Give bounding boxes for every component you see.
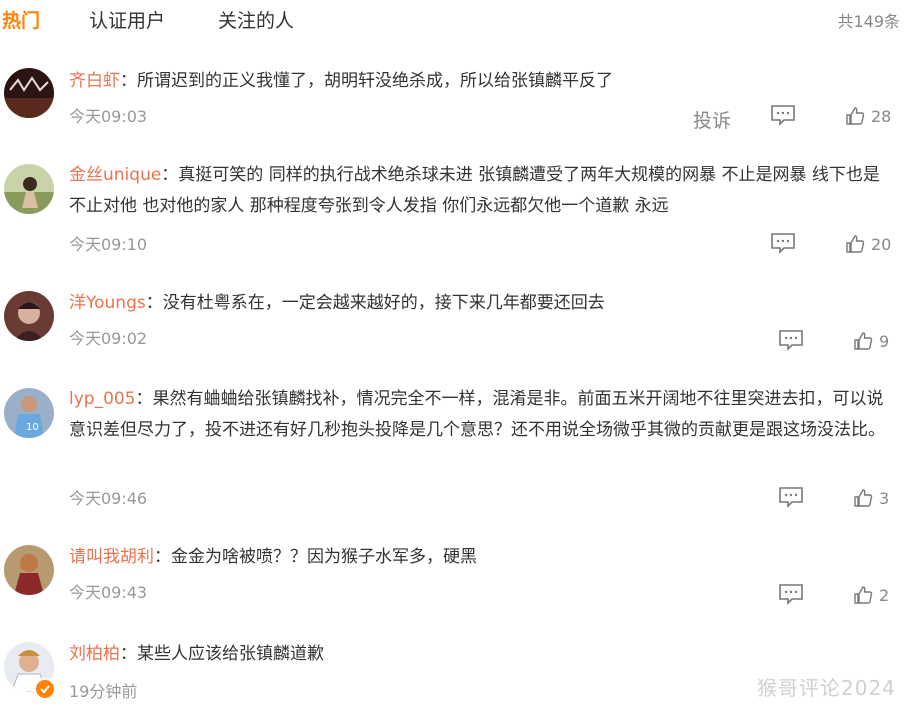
like-button[interactable]: 3 bbox=[853, 486, 889, 510]
tab-hot[interactable]: 热门 bbox=[2, 6, 40, 33]
comment-text: 果然有蛐蛐给张镇麟找补，情况完全不一样，混淆是非。前面五米开阔地不往里突进去扣，… bbox=[69, 389, 885, 440]
comment-text: 真挺可笑的 同样的执行战术绝杀球未进 张镇麟遭受了两年大规模的网暴 不止是网暴 … bbox=[69, 165, 880, 216]
comment-time: 今天09:46 bbox=[69, 489, 148, 508]
comment-text: 所谓迟到的正义我懂了，胡明轩没绝杀成，所以给张镇麟平反了 bbox=[137, 71, 613, 91]
username-link[interactable]: lyp_005 bbox=[69, 389, 136, 409]
username-link[interactable]: 刘柏柏 bbox=[69, 644, 120, 664]
comment-text: 没有杜粤系在，一定会越来越好的，接下来几年都要还回去 bbox=[162, 293, 605, 313]
tab-following[interactable]: 关注的人 bbox=[218, 6, 294, 33]
comment-body: 洋Youngs：没有杜粤系在，一定会越来越好的，接下来几年都要还回去 bbox=[69, 293, 605, 313]
like-button[interactable]: 2 bbox=[853, 583, 889, 607]
svg-text:10: 10 bbox=[26, 422, 39, 433]
like-count: 20 bbox=[871, 234, 892, 254]
comment-body: 金丝unique：真挺可笑的 同样的执行战术绝杀球未进 张镇麟遭受了两年大规模的… bbox=[69, 165, 880, 216]
like-button[interactable]: 28 bbox=[845, 104, 891, 128]
username-link[interactable]: 洋Youngs bbox=[69, 293, 146, 313]
comment-text: 某些人应该给张镇麟道歉 bbox=[137, 644, 324, 664]
username-link[interactable]: 请叫我胡利 bbox=[69, 547, 154, 567]
avatar[interactable] bbox=[4, 545, 54, 595]
like-count: 2 bbox=[879, 585, 890, 605]
comment-reply-icon[interactable] bbox=[778, 329, 804, 351]
comment-reply-icon[interactable] bbox=[778, 486, 804, 508]
verified-badge-icon bbox=[34, 678, 56, 700]
comment-reply-icon[interactable] bbox=[770, 232, 796, 254]
thumbs-up-icon bbox=[846, 107, 865, 125]
avatar[interactable] bbox=[4, 164, 54, 214]
like-count: 3 bbox=[879, 488, 890, 508]
comment-time: 19分钟前 bbox=[69, 682, 138, 701]
thumbs-up-icon bbox=[846, 235, 865, 253]
avatar[interactable] bbox=[4, 68, 54, 118]
like-count: 28 bbox=[871, 106, 892, 126]
watermark: 猴哥评论2024 bbox=[757, 676, 896, 700]
comment-text: 金金为啥被喷？？因为猴子水军多，硬黑 bbox=[171, 547, 477, 567]
report-button[interactable]: 投诉 bbox=[693, 106, 731, 133]
comment-time: 今天09:02 bbox=[69, 329, 148, 348]
like-button[interactable]: 20 bbox=[845, 232, 891, 256]
comment-reply-icon[interactable] bbox=[770, 104, 796, 126]
thumbs-up-icon bbox=[854, 332, 873, 350]
comment-time: 今天09:10 bbox=[69, 235, 148, 254]
avatar[interactable]: 10 bbox=[4, 388, 54, 438]
avatar[interactable] bbox=[4, 291, 54, 341]
comment-filter-tabs: 热门 认证用户 关注的人 共149条 bbox=[0, 0, 908, 36]
thumbs-up-icon bbox=[854, 586, 873, 604]
like-count: 9 bbox=[879, 331, 890, 351]
username-link[interactable]: 齐白虾 bbox=[69, 71, 120, 91]
comment-body: 刘柏柏：某些人应该给张镇麟道歉 bbox=[69, 644, 324, 664]
comment-reply-icon[interactable] bbox=[778, 583, 804, 605]
comment-time: 今天09:03 bbox=[69, 107, 148, 126]
like-button[interactable]: 9 bbox=[853, 329, 889, 353]
comment-body: 请叫我胡利：金金为啥被喷？？因为猴子水军多，硬黑 bbox=[69, 547, 477, 567]
comment-total-count: 共149条 bbox=[837, 12, 900, 31]
thumbs-up-icon bbox=[854, 489, 873, 507]
comment-time: 今天09:43 bbox=[69, 583, 148, 602]
comment-body: 齐白虾：所谓迟到的正义我懂了，胡明轩没绝杀成，所以给张镇麟平反了 bbox=[69, 71, 613, 91]
comment-body: lyp_005：果然有蛐蛐给张镇麟找补，情况完全不一样，混淆是非。前面五米开阔地… bbox=[69, 389, 885, 440]
username-link[interactable]: 金丝unique bbox=[69, 165, 161, 185]
tab-verified-users[interactable]: 认证用户 bbox=[89, 6, 165, 33]
